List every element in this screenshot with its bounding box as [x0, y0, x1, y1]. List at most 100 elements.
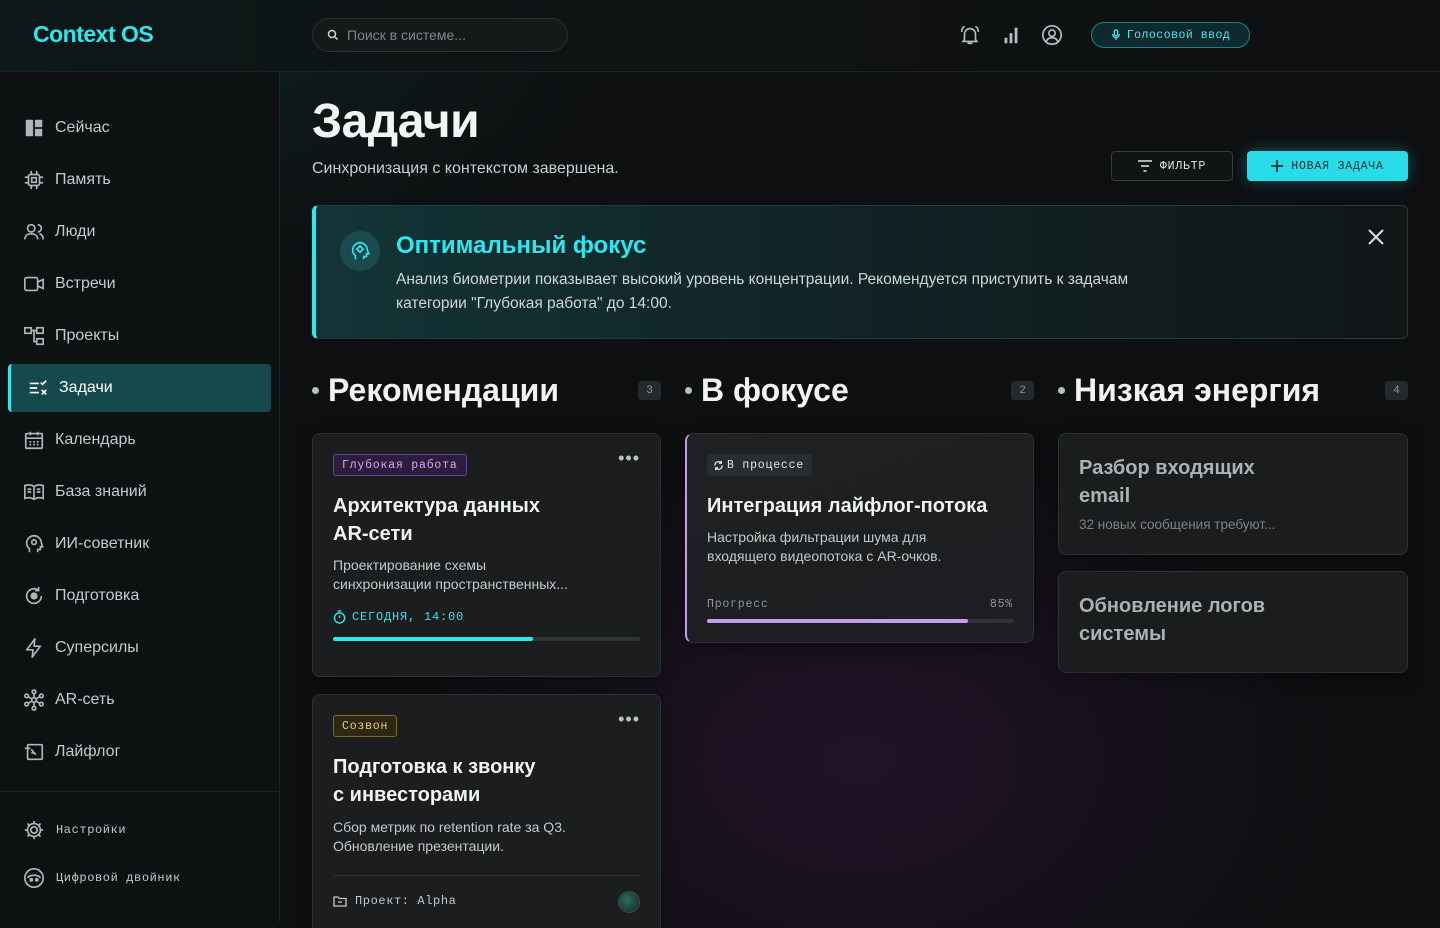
dashboard-icon — [25, 119, 43, 137]
task-title: Подготовка к звонку с инвесторами — [333, 756, 536, 806]
task-title: Разбор входящих email — [1079, 457, 1255, 507]
sidebar-item-ai-advisor[interactable]: ИИ-советник — [8, 520, 271, 568]
sidebar-item-label: Лайфлог — [55, 743, 121, 760]
sidebar-divider — [0, 791, 279, 792]
user-circle-icon[interactable] — [1041, 24, 1063, 46]
sync-icon — [714, 460, 723, 470]
new-task-label: НОВАЯ ЗАДАЧА — [1291, 159, 1384, 173]
task-description: Сбор метрик по retention rate за Q3. Обн… — [333, 819, 566, 854]
sidebar-item-memory[interactable]: Память — [8, 156, 271, 204]
task-project: Проект: Alpha — [333, 894, 456, 908]
filter-label: ФИЛЬТР — [1159, 159, 1207, 173]
more-options-icon[interactable]: ••• — [618, 448, 640, 469]
column-title: В фокусе — [701, 371, 849, 408]
voice-input-label: Голосовой ввод — [1126, 28, 1231, 42]
sidebar-item-digital-twin[interactable]: Цифровой двойник — [23, 867, 181, 889]
ai-head-icon — [25, 534, 44, 553]
sidebar-item-settings[interactable]: Настройки — [23, 819, 126, 841]
video-icon — [24, 276, 44, 292]
filter-icon — [1137, 160, 1152, 172]
sidebar-item-superpowers[interactable]: Суперсилы — [8, 624, 271, 672]
task-title: Архитектура данных AR-сети — [333, 495, 540, 545]
sidebar-item-now[interactable]: Сейчас — [8, 104, 271, 152]
task-description: Проектирование схемы синхронизации прост… — [333, 557, 568, 592]
sidebar-item-tasks[interactable]: Задачи — [8, 364, 271, 412]
task-progress-bar — [707, 619, 1014, 623]
task-progress-fill — [707, 619, 968, 623]
task-description: 32 новых сообщения требуют... — [1079, 517, 1276, 532]
sidebar-item-calendar[interactable]: Календарь — [8, 416, 271, 464]
column-count-badge: 3 — [638, 381, 661, 400]
sidebar-item-label: Календарь — [55, 431, 136, 448]
sidebar-item-label: Суперсилы — [55, 639, 139, 656]
column-count-badge: 4 — [1385, 381, 1408, 400]
sidebar-item-label: Задачи — [59, 379, 113, 396]
banner-text: Анализ биометрии показывает высокий уров… — [396, 271, 1129, 312]
folder-icon — [333, 896, 347, 907]
settings-label: Настройки — [56, 823, 127, 837]
page-title: Задачи — [312, 95, 480, 148]
sidebar-item-people[interactable]: Люди — [8, 208, 271, 256]
sidebar-item-knowledge-base[interactable]: База знаний — [8, 468, 271, 516]
chip-icon — [24, 170, 44, 190]
column-header-recommendations: Рекомендации — [312, 370, 559, 410]
progress-percent: 85% — [989, 598, 1013, 611]
sidebar-item-label: AR-сеть — [55, 691, 115, 708]
new-task-button[interactable]: НОВАЯ ЗАДАЧА — [1247, 151, 1408, 181]
avatar[interactable] — [618, 891, 640, 913]
more-options-icon[interactable]: ••• — [618, 709, 640, 730]
column-count-badge: 2 — [1011, 381, 1034, 400]
app-logo[interactable]: Context OS — [33, 21, 154, 48]
column-header-low-energy: Низкая энергия — [1058, 370, 1320, 410]
sidebar-item-label: Память — [55, 171, 111, 188]
network-icon — [24, 689, 44, 711]
task-card[interactable]: Созвон ••• Подготовка к звонку с инвесто… — [312, 694, 661, 928]
filter-button[interactable]: ФИЛЬТР — [1111, 151, 1233, 181]
sidebar-item-projects[interactable]: Проекты — [8, 312, 271, 360]
signal-bars-icon[interactable] — [1000, 24, 1022, 46]
column-header-in-focus: В фокусе — [685, 370, 849, 410]
bell-ring-icon[interactable] — [959, 24, 981, 46]
sidebar-item-label: Люди — [55, 223, 96, 240]
banner-title: Оптимальный фокус — [396, 232, 647, 259]
search-input[interactable] — [347, 27, 547, 43]
task-tag: Созвон — [333, 715, 398, 737]
progress-label: Прогресс — [707, 598, 769, 611]
sidebar-item-label: Встречи — [55, 275, 116, 292]
column-dot — [685, 386, 692, 394]
page-subtitle: Синхронизация с контекстом завершена. — [312, 160, 619, 177]
sidebar-item-lifelog[interactable]: Лайфлог — [8, 728, 271, 776]
microphone-icon — [1111, 29, 1120, 41]
task-title: Интеграция лайфлог-потока — [707, 495, 988, 517]
timer-icon — [333, 610, 346, 624]
refresh-icon — [25, 586, 43, 605]
sidebar-item-preparation[interactable]: Подготовка — [8, 572, 271, 620]
sidebar-item-ar-network[interactable]: AR-сеть — [8, 676, 271, 724]
column-dot — [312, 386, 319, 394]
task-card[interactable]: Обновление логов системы — [1058, 571, 1408, 673]
sidebar: Сейчас Память Люди Встречи Проекты Задач… — [0, 72, 280, 928]
sidebar-item-label: База знаний — [55, 483, 147, 500]
focus-icon — [340, 231, 380, 271]
close-icon[interactable] — [1367, 228, 1385, 246]
sidebar-item-meetings[interactable]: Встречи — [8, 260, 271, 308]
task-card[interactable]: Глубокая работа ••• Архитектура данных A… — [312, 433, 661, 677]
top-bar: Context OS Голосовой ввод — [0, 0, 1440, 72]
search-box[interactable] — [312, 18, 568, 52]
voice-input-button[interactable]: Голосовой ввод — [1091, 22, 1250, 48]
task-title: Обновление логов системы — [1079, 595, 1266, 645]
column-title: Рекомендации — [328, 371, 559, 408]
bolt-icon — [25, 638, 42, 658]
people-icon — [24, 223, 44, 240]
history-icon — [24, 743, 44, 761]
task-description: Настройка фильтрации шума для входящего … — [707, 529, 942, 564]
search-icon — [327, 29, 339, 41]
task-card[interactable]: Разбор входящих email 32 новых сообщения… — [1058, 433, 1408, 555]
book-icon — [24, 484, 44, 501]
task-card[interactable]: В процессе Интеграция лайфлог-потока Нас… — [685, 433, 1034, 643]
sidebar-item-label: Сейчас — [55, 119, 110, 136]
calendar-icon — [24, 431, 44, 450]
digital-twin-label: Цифровой двойник — [56, 871, 181, 885]
gear-icon — [24, 820, 44, 840]
plus-icon — [1271, 160, 1284, 172]
